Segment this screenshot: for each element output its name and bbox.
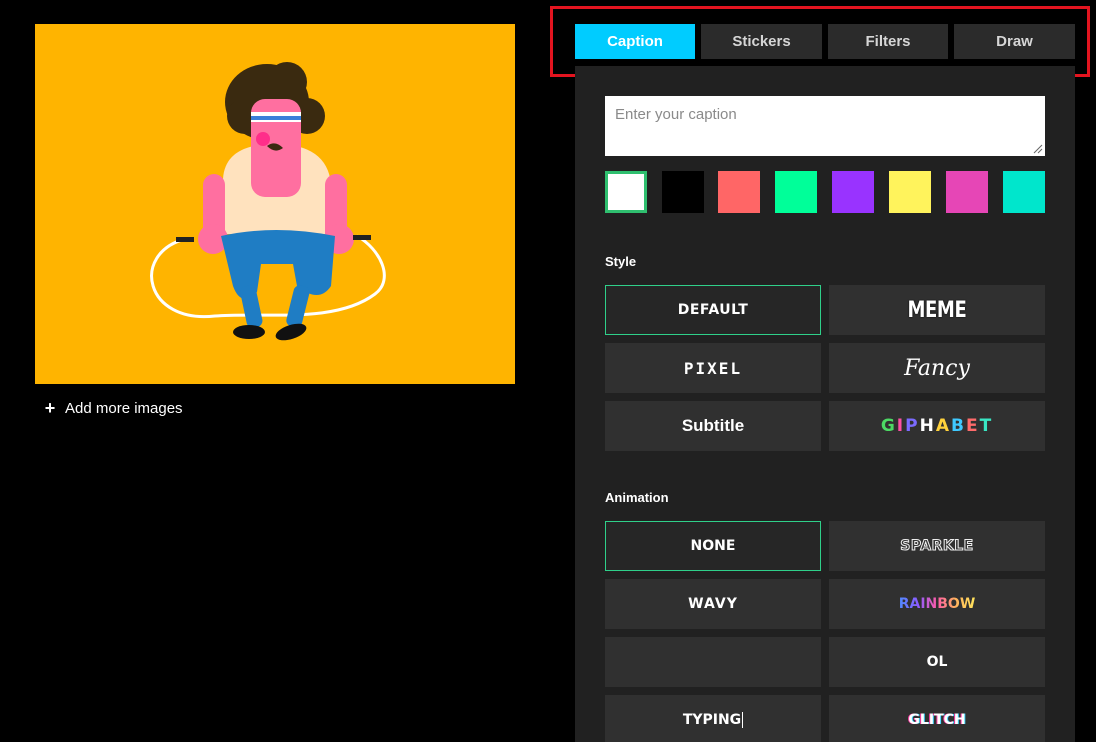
style-option-label: MEME [907,297,967,323]
tab-filters[interactable]: Filters [828,24,948,59]
animation-option-label: RAINBOW [898,596,976,612]
animation-option-label: SPARKLE [900,538,974,555]
animation-option-label: WAVY [688,596,738,612]
tab-draw[interactable]: Draw [954,24,1075,59]
style-option-subtitle[interactable]: Subtitle [605,401,821,451]
gif-preview [35,24,515,384]
tab-caption[interactable]: Caption [575,24,695,59]
add-more-images-label: Add more images [65,399,183,417]
style-option-label: PIXEL [683,358,743,378]
animation-option-wavy[interactable]: WAVY [605,579,821,629]
animation-option-rainbow[interactable]: RAINBOW [829,579,1045,629]
caption-editor-panel: Style DEFAULT MEME PIXEL Fancy Subtitle … [575,66,1075,742]
style-option-giphabet[interactable]: GIPHABET [829,401,1045,451]
animation-option-blank[interactable] [605,637,821,687]
text-caret [742,712,744,728]
animation-option-label: NONE [690,538,736,554]
color-swatch-green[interactable] [775,171,817,213]
animation-option-ol[interactable]: OL [829,637,1045,687]
giphabet-label: GIPHABET [881,416,993,436]
giphabet-letter: H [919,416,936,436]
tab-stickers[interactable]: Stickers [701,24,822,59]
color-swatch-teal[interactable] [1003,171,1045,213]
color-swatch-red[interactable] [718,171,760,213]
cartoon-character-illustration [150,62,386,341]
animation-option-label: OL [926,654,948,670]
animation-option-none[interactable]: NONE [605,521,821,571]
giphabet-letter: T [979,416,994,436]
giphabet-letter: E [965,416,980,436]
caption-input[interactable] [605,96,1045,156]
color-swatch-yellow[interactable] [889,171,931,213]
color-swatch-black[interactable] [662,171,704,213]
animation-option-label: TYPING [682,712,742,728]
giphabet-letter: P [905,416,920,436]
giphabet-letter: B [950,416,966,436]
color-swatch-white[interactable] [605,171,647,213]
animation-option-glitch[interactable]: GLITCH [829,695,1045,742]
color-swatch-pink[interactable] [946,171,988,213]
plus-icon: + [44,398,56,418]
style-option-default[interactable]: DEFAULT [605,285,821,335]
giphabet-letter: I [896,416,906,436]
animation-section-label: Animation [605,490,669,505]
animation-option-sparkle[interactable]: SPARKLE [829,521,1045,571]
style-option-pixel[interactable]: PIXEL [605,343,821,393]
animation-option-typing[interactable]: TYPING [605,695,821,742]
style-section-label: Style [605,254,637,269]
style-option-fancy[interactable]: Fancy [829,343,1045,393]
style-option-meme[interactable]: MEME [829,285,1045,335]
style-option-label: DEFAULT [677,302,749,318]
style-option-label: Fancy [904,355,970,381]
giphabet-letter: G [880,416,897,436]
giphabet-letter: A [935,416,951,436]
color-swatch-purple[interactable] [832,171,874,213]
add-more-images-button[interactable]: + Add more images [43,398,183,418]
style-option-label: Subtitle [681,416,745,435]
animation-option-label: GLITCH [908,712,966,728]
